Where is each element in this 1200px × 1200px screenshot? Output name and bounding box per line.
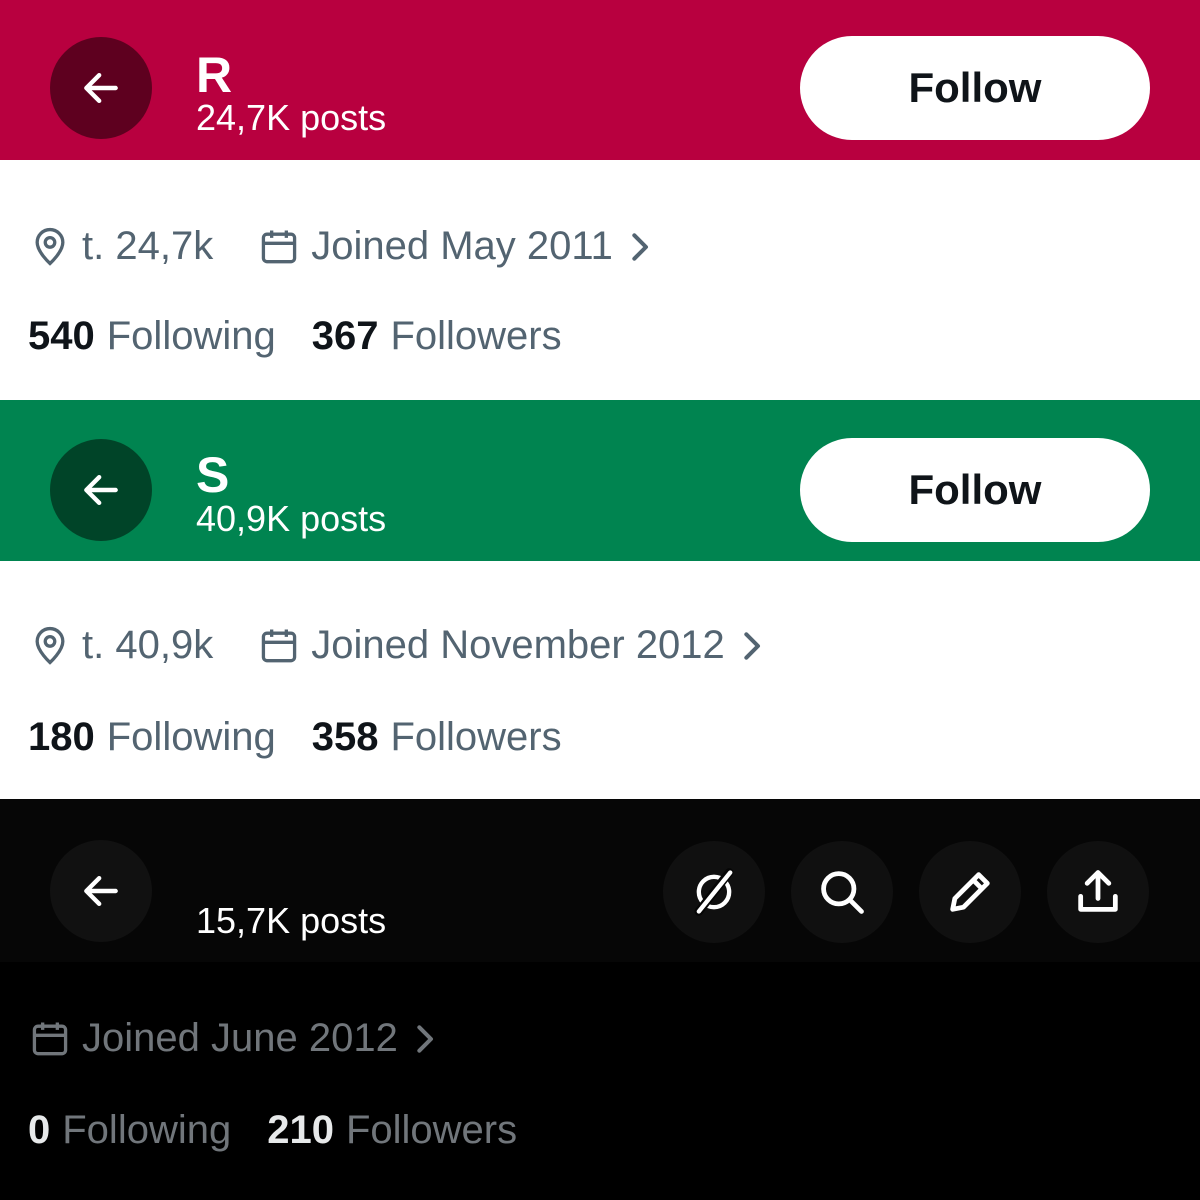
followers-link[interactable]: 367 Followers [312,314,562,359]
calendar-icon [257,225,301,269]
counts-row: 180 Following 358 Followers [28,715,562,760]
back-button[interactable] [50,439,152,541]
followers-link[interactable]: 358 Followers [312,715,562,760]
followers-label: Followers [345,1108,518,1152]
posts-count: 24,7K posts [196,97,387,138]
follow-button[interactable]: Follow [800,438,1150,542]
joined-text[interactable]: Joined June 2012 [82,1016,398,1061]
posts-count: 40,9K posts [196,498,387,539]
grok-button[interactable] [663,841,765,943]
profile-header-r: R 24,7K posts Follow [0,0,1200,160]
edit-icon [950,872,990,912]
share-button[interactable] [1047,841,1149,943]
location-text: t. 40,9k [82,623,214,667]
calendar-icon [28,1017,72,1061]
profile-info-r: t. 24,7k Joined May 2011 540 Following 36… [0,160,1200,400]
following-count: 0 [28,1108,51,1152]
chevron-right-icon[interactable] [739,626,767,666]
following-link[interactable]: 0 Following [28,1108,231,1153]
meta-row: t. 24,7k Joined May 2011 [28,224,655,269]
followers-label: Followers [390,715,562,759]
followers-count: 210 [267,1108,334,1152]
arrow-left-icon [84,875,118,907]
profile-header-s: S 40,9K posts Follow [0,400,1200,561]
grok-icon [694,868,734,916]
back-button[interactable] [50,37,152,139]
meta-row: Joined June 2012 [28,1016,440,1061]
profile-name: R [196,47,233,103]
chevron-right-icon[interactable] [627,227,655,267]
following-count: 180 [28,715,95,759]
location-icon [28,624,72,668]
calendar-icon [257,624,301,668]
followers-count: 358 [311,715,379,759]
location-icon [28,225,72,269]
follow-button[interactable]: Follow [800,36,1150,140]
arrow-left-icon [84,72,118,104]
chevron-right-icon[interactable] [412,1019,440,1059]
search-icon [821,871,864,914]
followers-link[interactable]: 210 Followers [267,1108,517,1153]
followers-label: Followers [390,314,562,358]
arrow-left-icon [84,474,118,506]
following-label: Following [62,1108,232,1152]
following-label: Following [106,314,276,358]
edit-button[interactable] [919,841,1021,943]
joined-text[interactable]: Joined May 2011 [311,224,613,269]
profile-header-dark: 15,7K posts [0,799,1200,962]
posts-count: 15,7K posts [196,900,387,941]
profile-name: S [196,447,230,503]
location-text: t. 24,7k [82,224,214,268]
counts-row: 0 Following 210 Followers [28,1108,517,1153]
followers-count: 367 [311,314,379,358]
following-label: Following [106,715,276,759]
joined-text[interactable]: Joined November 2012 [311,623,725,668]
following-link[interactable]: 180 Following [28,715,276,760]
following-count: 540 [28,314,95,358]
search-button[interactable] [791,841,893,943]
following-link[interactable]: 540 Following [28,314,276,359]
profile-info-dark: Joined June 2012 0 Following 210 Followers [0,962,1200,1200]
counts-row: 540 Following 367 Followers [28,314,562,359]
meta-row: t. 40,9k Joined November 2012 [28,623,767,668]
back-button[interactable] [50,840,152,942]
profile-info-s: t. 40,9k Joined November 2012 180 Followi… [0,561,1200,799]
share-icon [1078,870,1118,912]
